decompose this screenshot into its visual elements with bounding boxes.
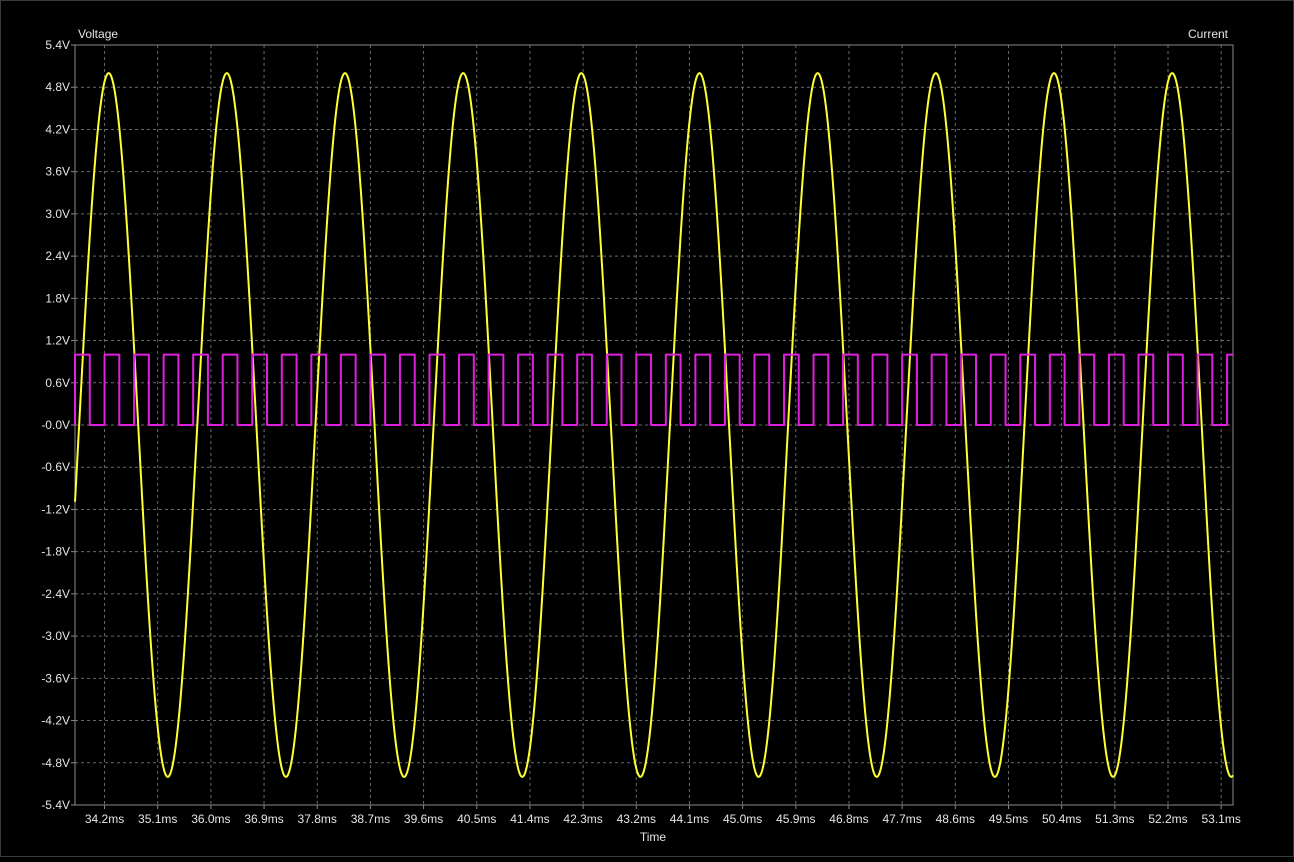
y-tick-label: 1.2V [45, 334, 70, 348]
x-tick-label: 37.8ms [298, 812, 337, 826]
waveform-chart: 5.4V 4.8V 4.2V 3.6V 3.0V 2.4V 1.8V 1.2V 0.6V -0.0… [0, 0, 1294, 857]
y-tick-label: -0.6V [41, 460, 70, 474]
y-tick-label: 5.4V [45, 38, 70, 52]
y-tick-label: 1.8V [45, 291, 70, 305]
x-tick-label: 53.1ms [1202, 812, 1241, 826]
x-tick-label: 43.2ms [617, 812, 656, 826]
x-tick-label: 34.2ms [85, 812, 124, 826]
x-tick-label: 45.0ms [723, 812, 762, 826]
chart-background [0, 0, 1294, 857]
y-tick-label: -3.0V [41, 629, 70, 643]
y-tick-label: 4.2V [45, 122, 70, 136]
y-tick-label: 0.6V [45, 376, 70, 390]
x-axis-label: Time [640, 830, 667, 844]
plot-area: 5.4V 4.8V 4.2V 3.6V 3.0V 2.4V 1.8V 1.2V 0.6V -0.0… [0, 0, 1294, 857]
y-tick-label: -0.0V [41, 418, 70, 432]
x-tick-label: 44.1ms [670, 812, 709, 826]
x-tick-label: 50.4ms [1042, 812, 1081, 826]
x-tick-label: 42.3ms [563, 812, 602, 826]
x-tick-label: 39.6ms [404, 812, 443, 826]
x-tick-label: 38.7ms [351, 812, 390, 826]
y-tick-label: -5.4V [41, 798, 70, 812]
y-tick-label: 3.6V [45, 165, 70, 179]
y-tick-label: 3.0V [45, 207, 70, 221]
x-tick-label: 46.8ms [829, 812, 868, 826]
y-tick-label: -4.2V [41, 714, 70, 728]
x-tick-label: 52.2ms [1148, 812, 1187, 826]
y-tick-label: -2.4V [41, 587, 70, 601]
y-tick-label: 4.8V [45, 80, 70, 94]
y-tick-label: -3.6V [41, 671, 70, 685]
x-tick-label: 45.9ms [776, 812, 815, 826]
right-axis-label: Current [1188, 27, 1229, 41]
x-tick-label: 49.5ms [989, 812, 1028, 826]
y-tick-label: -4.8V [41, 756, 70, 770]
x-tick-label: 41.4ms [510, 812, 549, 826]
x-tick-label: 40.5ms [457, 812, 496, 826]
y-tick-label: 2.4V [45, 249, 70, 263]
y-tick-label: -1.8V [41, 545, 70, 559]
x-tick-label: 51.3ms [1095, 812, 1134, 826]
x-tick-label: 36.9ms [244, 812, 283, 826]
x-tick-label: 47.7ms [882, 812, 921, 826]
left-axis-label: Voltage [78, 27, 118, 41]
x-tick-label: 35.1ms [138, 812, 177, 826]
x-tick-label: 36.0ms [191, 812, 230, 826]
y-tick-label: -1.2V [41, 502, 70, 516]
x-tick-label: 48.6ms [936, 812, 975, 826]
